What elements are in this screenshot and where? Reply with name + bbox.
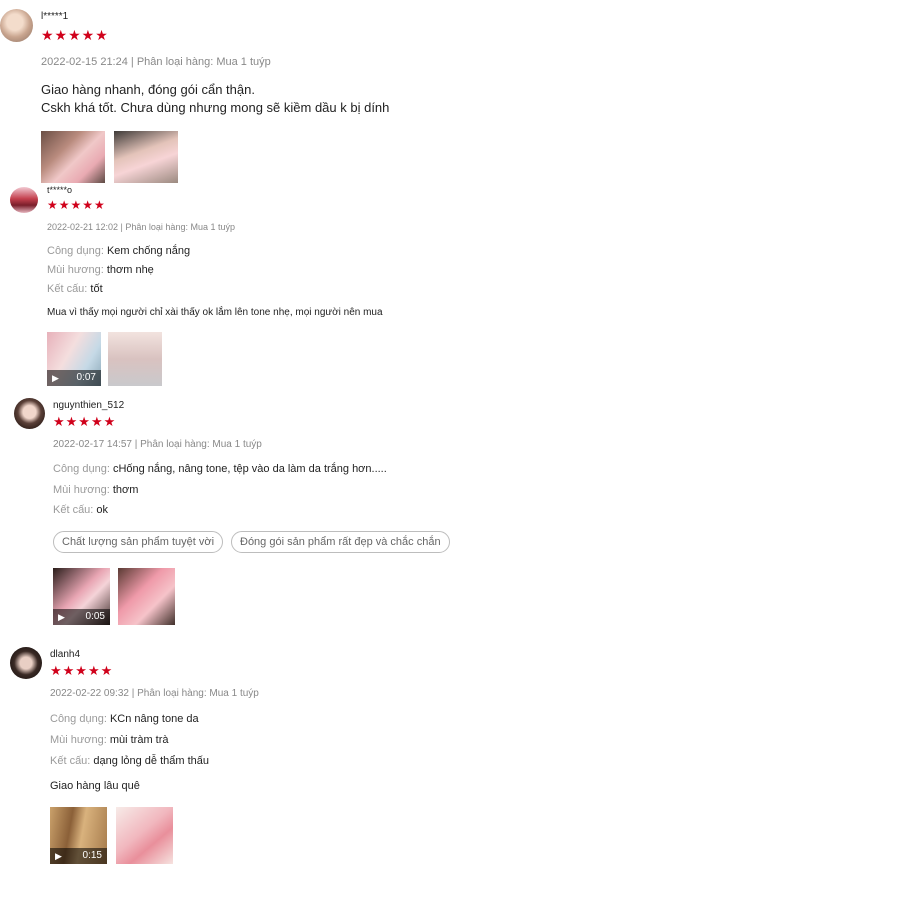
- video-duration: 0:05: [85, 611, 105, 622]
- review-image-thumbnail[interactable]: [114, 131, 178, 183]
- review-tag: Chất lượng sản phẩm tuyệt vời: [53, 531, 224, 553]
- video-camera-icon: ▶: [52, 373, 59, 383]
- attribute-value: thơm nhẹ: [106, 264, 154, 276]
- video-duration: 0:15: [82, 850, 102, 861]
- attribute-value: cHống nắng, nâng tone, tệp vào da làm da…: [112, 463, 387, 475]
- review-attribute: Mùi hương: thơm: [53, 484, 138, 496]
- review-attribute: Kết cấu: ok: [53, 504, 108, 516]
- review-item: l*****1 ★★★★★ 2022-02-15 21:24 | Phân lo…: [0, 0, 900, 185]
- review-video-thumbnail[interactable]: ▶ 0:15: [50, 807, 107, 864]
- review-video-thumbnail[interactable]: ▶ 0:07: [47, 332, 101, 386]
- review-meta: 2022-02-15 21:24 | Phân loại hàng: Mua 1…: [41, 56, 271, 68]
- video-overlay: ▶ 0:15: [50, 848, 107, 864]
- video-duration: 0:07: [76, 372, 96, 383]
- attribute-label: Mùi hương:: [53, 484, 110, 496]
- avatar[interactable]: [0, 9, 33, 42]
- attribute-value: KCn nâng tone da: [109, 713, 199, 725]
- attribute-label: Mùi hương:: [47, 264, 104, 276]
- avatar[interactable]: [14, 398, 45, 429]
- star-rating: ★★★★★: [41, 27, 109, 43]
- star-rating: ★★★★★: [47, 198, 106, 212]
- username[interactable]: t*****o: [47, 185, 72, 195]
- username[interactable]: nguynthien_512: [53, 400, 124, 411]
- review-item: t*****o ★★★★★ 2022-02-21 12:02 | Phân lo…: [0, 185, 900, 390]
- avatar[interactable]: [10, 647, 42, 679]
- review-video-thumbnail[interactable]: ▶ 0:05: [53, 568, 110, 625]
- review-meta: 2022-02-17 14:57 | Phân loại hàng: Mua 1…: [53, 439, 262, 450]
- video-overlay: ▶ 0:07: [47, 370, 101, 386]
- attribute-value: thơm: [112, 484, 139, 496]
- attribute-label: Mùi hương:: [50, 734, 107, 746]
- attribute-label: Kết cấu:: [50, 755, 91, 767]
- review-attribute: Công dụng: Kem chống nắng: [47, 245, 190, 257]
- review-attribute: Kết cấu: dạng lỏng dễ thẩm thấu: [50, 755, 209, 767]
- attribute-label: Công dụng:: [53, 463, 110, 475]
- attribute-label: Công dụng:: [50, 713, 107, 725]
- attribute-value: ok: [96, 504, 109, 516]
- review-text-line: Giao hàng nhanh, đóng gói cẩn thận.: [41, 82, 255, 97]
- video-camera-icon: ▶: [58, 612, 65, 622]
- star-rating: ★★★★★: [50, 663, 114, 678]
- review-attribute: Công dụng: cHống nắng, nâng tone, tệp và…: [53, 463, 387, 475]
- attribute-value: tốt: [90, 283, 103, 295]
- username[interactable]: l*****1: [41, 11, 68, 22]
- star-rating: ★★★★★: [53, 414, 117, 429]
- review-attribute: Công dụng: KCn nâng tone da: [50, 713, 199, 725]
- attribute-label: Kết cấu:: [47, 283, 88, 295]
- attribute-label: Kết cấu:: [53, 504, 94, 516]
- review-meta: 2022-02-22 09:32 | Phân loại hàng: Mua 1…: [50, 688, 259, 699]
- review-image-thumbnail[interactable]: [116, 807, 173, 864]
- review-attribute: Mùi hương: thơm nhẹ: [47, 264, 154, 276]
- review-text-line: Cskh khá tốt. Chưa dùng nhưng mong sẽ ki…: [41, 100, 390, 115]
- attribute-value: mùi tràm trà: [109, 734, 169, 746]
- username[interactable]: dlanh4: [50, 649, 80, 660]
- review-item: dlanh4 ★★★★★ 2022-02-22 09:32 | Phân loạ…: [0, 640, 900, 870]
- review-comment: Giao hàng lâu quê: [50, 780, 140, 792]
- review-attribute: Kết cấu: tốt: [47, 283, 103, 295]
- attribute-label: Công dụng:: [47, 245, 104, 257]
- review-image-thumbnail[interactable]: [108, 332, 162, 386]
- review-attribute: Mùi hương: mùi tràm trà: [50, 734, 169, 746]
- attribute-value: Kem chống nắng: [106, 245, 191, 257]
- review-image-thumbnail[interactable]: [41, 131, 105, 183]
- review-meta: 2022-02-21 12:02 | Phân loại hàng: Mua 1…: [47, 222, 235, 232]
- attribute-value: dạng lỏng dễ thẩm thấu: [93, 755, 210, 767]
- review-image-thumbnail[interactable]: [118, 568, 175, 625]
- video-camera-icon: ▶: [55, 851, 62, 861]
- review-comment: Mua vì thấy mọi người chỉ xài thấy ok lắ…: [47, 307, 383, 318]
- avatar[interactable]: [10, 187, 38, 213]
- video-overlay: ▶ 0:05: [53, 609, 110, 625]
- review-item: nguynthien_512 ★★★★★ 2022-02-17 14:57 | …: [0, 390, 900, 635]
- review-tag: Đóng gói sản phẩm rất đẹp và chắc chắn: [231, 531, 450, 553]
